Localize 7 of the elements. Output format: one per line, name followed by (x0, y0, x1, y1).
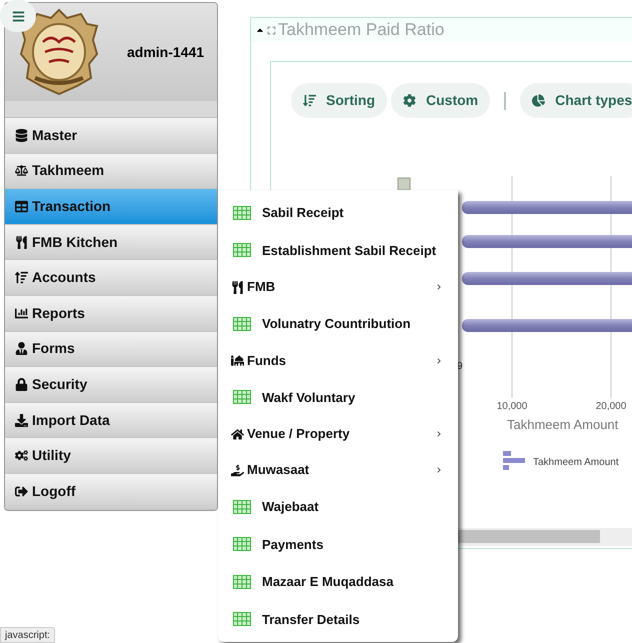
axis-tick-label: 10,000 (496, 400, 528, 414)
status-bar: javascript: (0, 627, 56, 643)
legend-label: Takhmeem Amount (533, 456, 619, 470)
axis-tick-label: 20,000 (596, 400, 626, 414)
panel-title: Takhmeem Paid Ratio (278, 19, 444, 42)
username: admin-1441 (127, 42, 204, 62)
axis-title: Takhmeem Amount (507, 416, 618, 434)
